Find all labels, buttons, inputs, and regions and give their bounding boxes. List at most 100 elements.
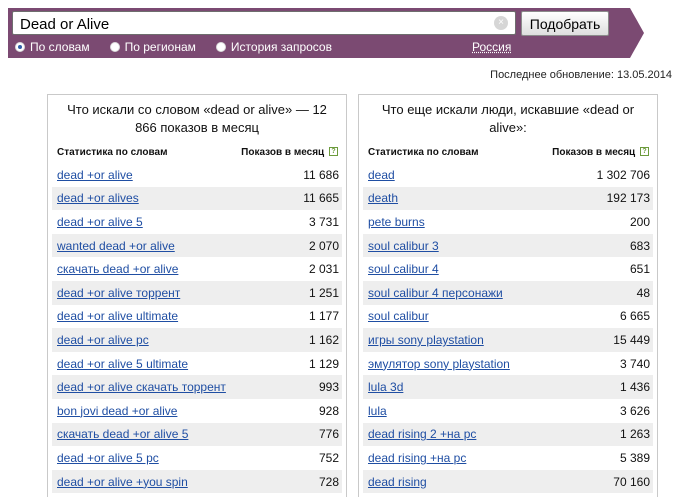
column-words-header: Статистика по словам	[57, 146, 168, 158]
table-row: dead +or alive 5 ultimate 1 129	[52, 352, 342, 376]
radio-by-words-dot[interactable]	[15, 42, 25, 52]
table-row: lula 3 626	[363, 399, 653, 423]
query-link[interactable]: lula	[368, 404, 387, 418]
impressions-count: 200	[629, 214, 650, 229]
radio-query-history-dot[interactable]	[215, 42, 226, 52]
table-row: soul calibur 4 651	[363, 257, 653, 281]
table-row: dead +or alive 5 pc 752	[52, 446, 342, 470]
impressions-count: 1 436	[619, 380, 650, 395]
query-link[interactable]: dead +or alives	[57, 191, 139, 205]
impressions-count: 3 626	[619, 403, 650, 418]
table-row: dead +or alive pc 1 162	[52, 328, 342, 352]
column-count-label: Показов в месяц	[552, 146, 636, 158]
table-row: скачать dead +or alive 5 776	[52, 422, 342, 447]
table-row: dead +or alive 11 686	[52, 163, 342, 187]
query-link[interactable]: dead +or alive +you spin	[57, 475, 188, 489]
radio-by-words[interactable]: По словам	[15, 40, 90, 54]
query-link[interactable]: dead rising	[368, 475, 427, 489]
query-link[interactable]: lula 3d	[368, 380, 403, 394]
radio-by-words-label: По словам	[30, 40, 90, 54]
impressions-count: 1 302 706	[596, 167, 650, 182]
query-link[interactable]: dead +or alive 5 ultimate	[57, 357, 188, 371]
related-queries-list: dead 1 302 706 death 192 173 pete burns 200 so…	[363, 163, 653, 494]
query-link[interactable]: игры sony playstation	[368, 333, 484, 347]
table-row: soul calibur 6 665	[363, 305, 653, 329]
impressions-count: 11 665	[303, 191, 339, 206]
impressions-count: 6 665	[619, 309, 650, 324]
radio-query-history[interactable]: История запросов	[215, 40, 332, 54]
keyword-stats-title: Что искали со словом «dead or alive» — 1…	[67, 102, 327, 135]
table-row: скачать dead +or alive 2 031	[52, 257, 342, 281]
query-link[interactable]: dead rising +на pc	[368, 451, 466, 465]
related-queries-header: Статистика по словам Показов в месяц ?	[368, 145, 649, 159]
query-link[interactable]: dead +or alive	[57, 168, 133, 182]
impressions-count: 70 160	[613, 474, 650, 489]
column-count-header: Показов в месяц ?	[552, 147, 649, 158]
radio-query-history-label: История запросов	[230, 40, 332, 54]
table-row: игры sony playstation 15 449	[363, 328, 653, 352]
query-link[interactable]: dead	[368, 168, 395, 182]
query-link[interactable]: soul calibur 3	[368, 239, 439, 253]
impressions-count: 728	[318, 474, 339, 489]
query-link[interactable]: dead +or alive скачать торрент	[57, 380, 226, 394]
table-row: dead +or alive ultimate 1 177	[52, 305, 342, 329]
query-link[interactable]: dead +or alive 5	[57, 215, 143, 229]
table-row: dead +or alive торрент 1 251	[52, 280, 342, 305]
impressions-count: 1 162	[308, 332, 339, 347]
query-link[interactable]: dead +or alive ultimate	[57, 309, 178, 323]
search-mode-radios: По словам По регионам История запросов	[15, 40, 352, 54]
impressions-count: 15 449	[613, 332, 650, 347]
query-link[interactable]: dead +or alive торрент	[57, 286, 180, 300]
impressions-count: 2 070	[308, 238, 339, 253]
impressions-count: 683	[629, 238, 650, 253]
query-link[interactable]: скачать dead +or alive 5	[57, 427, 188, 441]
table-row: dead +or alive +you spin 728	[52, 469, 342, 494]
query-link[interactable]: death	[368, 191, 398, 205]
table-row: bon jovi dead +or alive 928	[52, 399, 342, 423]
impressions-count: 2 031	[308, 262, 339, 277]
impressions-count: 48	[636, 285, 650, 300]
impressions-count: 1 263	[619, 427, 650, 442]
query-link[interactable]: dead rising 2 +на pc	[368, 427, 476, 441]
query-link[interactable]: wanted dead +or alive	[57, 239, 175, 253]
query-link[interactable]: bon jovi dead +or alive	[57, 404, 177, 418]
help-icon[interactable]: ?	[329, 147, 338, 157]
clear-icon[interactable]: ×	[494, 16, 508, 30]
table-row: dead +or alive 5 3 731	[52, 210, 342, 234]
column-words-header: Статистика по словам	[368, 146, 479, 158]
region-link[interactable]: Россия	[472, 40, 511, 54]
search-input[interactable]	[12, 11, 516, 35]
column-count-header: Показов в месяц ?	[241, 147, 338, 158]
impressions-count: 3 740	[619, 356, 650, 371]
impressions-count: 1 251	[308, 285, 339, 300]
impressions-count: 3 731	[308, 214, 339, 229]
table-row: dead rising 2 +на pc 1 263	[363, 422, 653, 447]
query-link[interactable]: soul calibur	[368, 309, 429, 323]
keyword-stats-panel: Что искали со словом «dead or alive» — 1…	[47, 94, 347, 497]
impressions-count: 993	[318, 380, 339, 395]
radio-by-regions-dot[interactable]	[109, 42, 120, 52]
keyword-stats-header: Статистика по словам Показов в месяц ?	[57, 145, 338, 159]
query-link[interactable]: dead +or alive 5 pc	[57, 451, 159, 465]
related-queries-title: Что еще искали люди, искавшие «dead or a…	[381, 102, 635, 135]
query-link[interactable]: скачать dead +or alive	[57, 262, 178, 276]
radio-by-regions-label: По регионам	[124, 40, 196, 54]
query-link[interactable]: pete burns	[368, 215, 425, 229]
impressions-count: 752	[318, 450, 339, 465]
search-banner-arrow	[630, 8, 644, 58]
table-row: soul calibur 4 персонажи 48	[363, 280, 653, 305]
help-icon[interactable]: ?	[640, 147, 649, 157]
table-row: dead 1 302 706	[363, 163, 653, 187]
table-row: dead rising 70 160	[363, 469, 653, 494]
query-link[interactable]: dead +or alive pc	[57, 333, 149, 347]
radio-by-regions[interactable]: По регионам	[109, 40, 196, 54]
query-link[interactable]: soul calibur 4 персонажи	[368, 286, 503, 300]
table-row: dead +or alives 11 665	[52, 186, 342, 211]
table-row: dead +or alive скачать торрент 993	[52, 375, 342, 399]
table-row: pete burns 200	[363, 210, 653, 234]
query-link[interactable]: soul calibur 4	[368, 262, 439, 276]
query-link[interactable]: эмулятор sony playstation	[368, 357, 510, 371]
table-row: lula 3d 1 436	[363, 375, 653, 399]
search-button[interactable]: Подобрать	[521, 11, 609, 36]
table-row: soul calibur 3 683	[363, 233, 653, 258]
